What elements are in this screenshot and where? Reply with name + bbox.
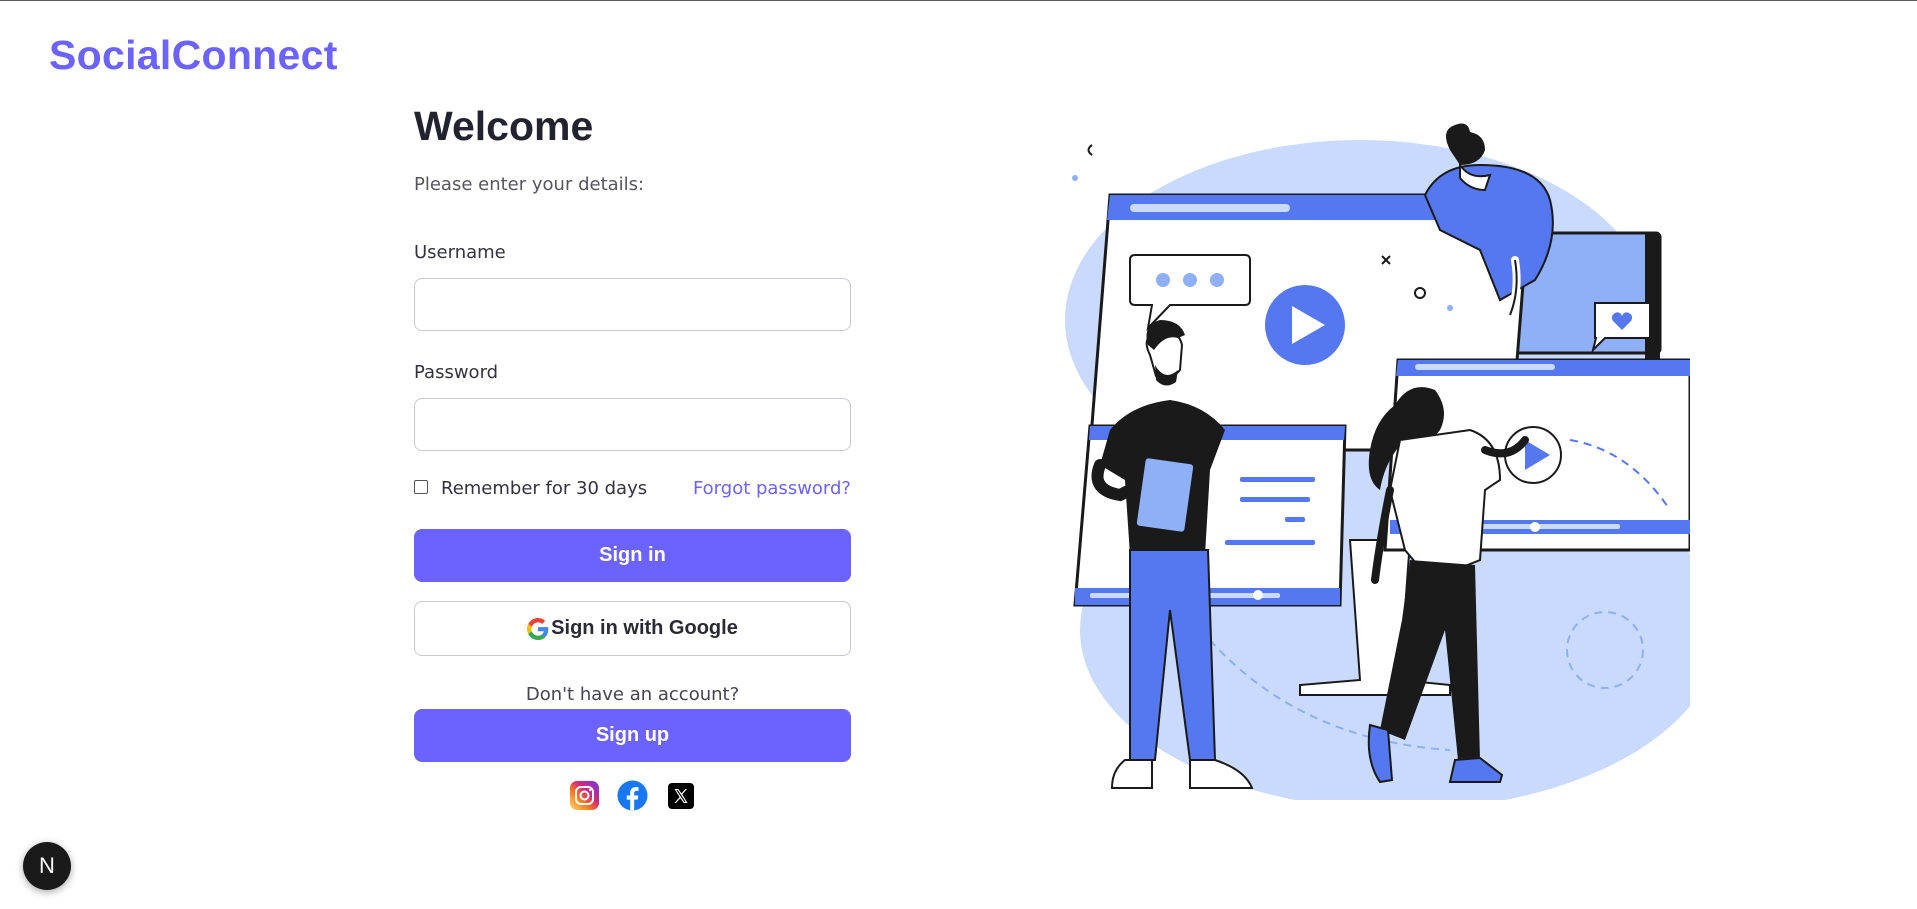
x-icon[interactable]: [665, 780, 696, 811]
username-input[interactable]: [414, 278, 851, 331]
google-sign-in-label: Sign in with Google: [551, 617, 738, 639]
sign-in-label: Sign in: [599, 544, 666, 566]
sign-up-button[interactable]: Sign up: [414, 709, 851, 762]
google-icon: [527, 617, 549, 640]
password-label: Password: [414, 362, 499, 383]
page-title: Welcome: [414, 103, 594, 149]
username-label: Username: [414, 242, 506, 263]
remember-label[interactable]: Remember for 30 days: [441, 478, 647, 499]
instagram-icon[interactable]: [569, 780, 600, 811]
forgot-password-link[interactable]: Forgot password?: [693, 478, 851, 499]
sign-up-label: Sign up: [595, 724, 670, 746]
remember-checkbox[interactable]: [414, 480, 428, 494]
google-sign-in-button[interactable]: Sign in with Google: [414, 601, 851, 656]
dev-badge-label: N: [39, 853, 55, 878]
sign-in-button[interactable]: Sign in: [414, 529, 851, 582]
top-border: [0, 0, 1917, 1]
password-input[interactable]: [414, 398, 851, 451]
facebook-icon[interactable]: [617, 780, 648, 811]
login-form: Welcome Please enter your details: Usern…: [414, 100, 851, 811]
remember-row: Remember for 30 days Forgot password?: [414, 478, 851, 502]
page-subtitle: Please enter your details:: [414, 174, 645, 195]
hero-illustration: [1030, 120, 1720, 810]
no-account-text: Don't have an account?: [525, 684, 740, 705]
brand-logo[interactable]: SocialConnect: [49, 32, 338, 79]
dev-tools-badge[interactable]: N: [23, 842, 71, 890]
social-links: [414, 780, 851, 812]
